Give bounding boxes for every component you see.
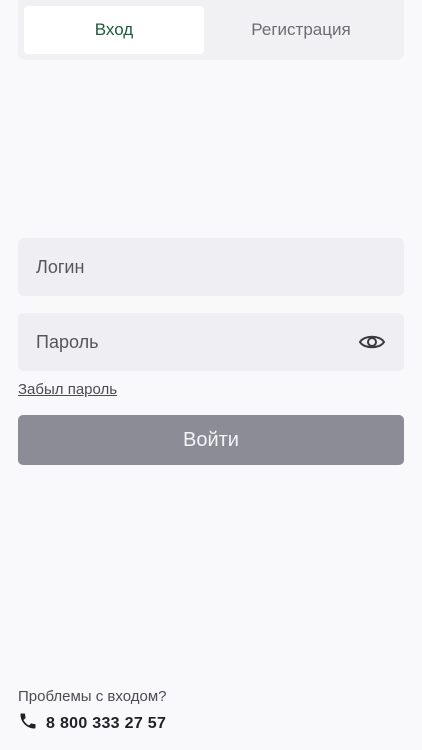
tab-login[interactable]: Вход bbox=[24, 6, 204, 54]
login-button[interactable]: Войти bbox=[18, 415, 404, 465]
login-field[interactable]: Логин bbox=[18, 238, 404, 296]
eye-icon[interactable] bbox=[358, 332, 386, 352]
auth-tabs: Вход Регистрация bbox=[18, 0, 404, 60]
problems-text: Проблемы с входом? bbox=[18, 688, 167, 705]
login-placeholder: Логин bbox=[36, 256, 85, 277]
password-field[interactable]: Пароль bbox=[18, 313, 404, 371]
forgot-password-link[interactable]: Забыл пароль bbox=[18, 381, 117, 398]
tab-register[interactable]: Регистрация bbox=[204, 6, 398, 54]
phone-link[interactable]: 8 800 333 27 57 bbox=[18, 711, 166, 736]
password-placeholder: Пароль bbox=[36, 331, 99, 352]
phone-icon bbox=[18, 711, 38, 736]
phone-number: 8 800 333 27 57 bbox=[46, 714, 167, 732]
